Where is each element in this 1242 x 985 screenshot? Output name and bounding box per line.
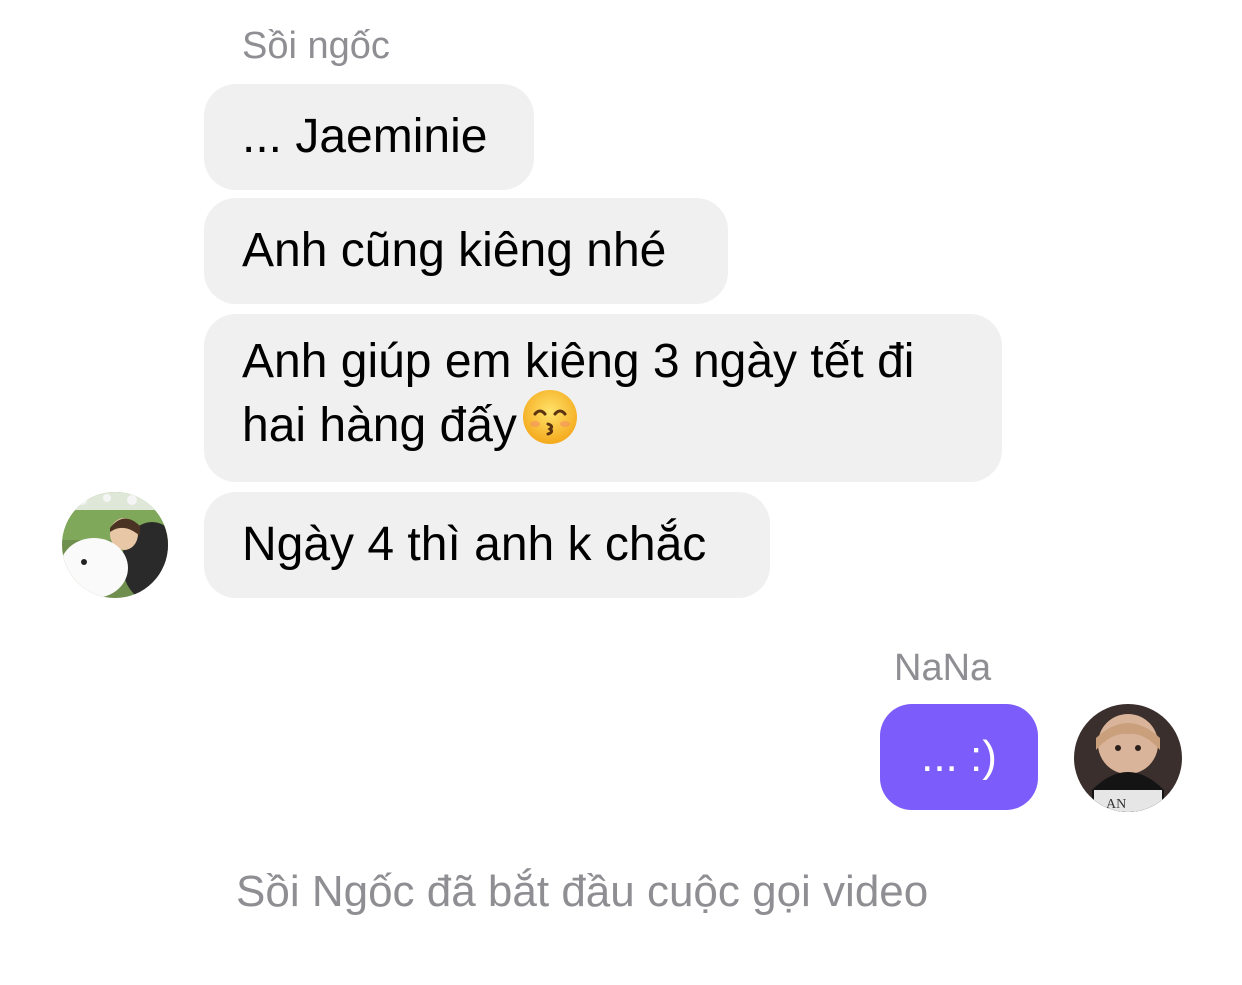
message-text: Ngày 4 thì anh k chắc [242, 518, 707, 571]
incoming-avatar[interactable] [62, 492, 168, 598]
message-bubble-incoming[interactable]: Anh cũng kiêng nhé [204, 198, 728, 304]
kissing-smiling-eyes-emoji-icon [521, 388, 579, 461]
message-text: ... :) [921, 732, 997, 781]
message-bubble-incoming[interactable]: ... Jaeminie [204, 84, 534, 190]
incoming-sender-name: Sồi ngốc [242, 25, 390, 67]
system-message-video-call: Sồi Ngốc đã bắt đầu cuộc gọi video [236, 867, 929, 916]
svg-text:AN: AN [1106, 797, 1126, 812]
message-bubble-outgoing[interactable]: ... :) [880, 704, 1038, 810]
avatar-photo-icon: AN [1074, 704, 1182, 812]
outgoing-sender-name: NaNa [894, 647, 992, 689]
message-text: ... Jaeminie [242, 110, 488, 163]
message-bubble-incoming[interactable]: Ngày 4 thì anh k chắc [204, 492, 770, 598]
message-text: Anh cũng kiêng nhé [242, 224, 667, 277]
message-bubble-incoming[interactable]: Anh giúp em kiêng 3 ngày tết đi hai hàng… [204, 314, 1002, 482]
avatar-photo-icon [62, 492, 168, 598]
outgoing-avatar[interactable]: AN [1074, 704, 1182, 812]
